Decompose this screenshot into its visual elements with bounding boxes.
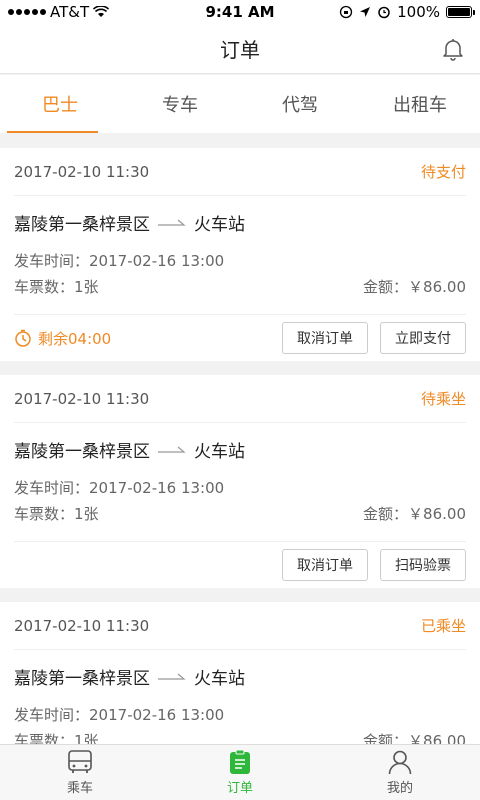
- tabbar-label: 乘车: [66, 781, 93, 796]
- pay-now-button[interactable]: 立即支付: [380, 322, 466, 354]
- tabbar-item-ride[interactable]: 乘车: [0, 745, 160, 800]
- order-status: 待支付: [420, 163, 466, 181]
- order-icon: [230, 749, 250, 774]
- order-card[interactable]: 2017-02-10 11:30 待乘坐 嘉陵第一桑梓景区 火车站 发车时间：2…: [0, 375, 480, 588]
- bottom-tab-bar: 乘车 订单 我的: [0, 744, 480, 800]
- order-status: 已乘坐: [420, 617, 466, 635]
- tab-private-car[interactable]: 专车: [120, 75, 240, 133]
- carrier-label: AT&T: [50, 3, 90, 21]
- arrow-right-icon: [158, 219, 186, 226]
- battery-icon: [446, 6, 475, 18]
- battery-level: [448, 8, 470, 16]
- tickets-label: 车票数：: [14, 277, 75, 296]
- tabbar-label: 订单: [226, 781, 253, 796]
- order-status: 待乘坐: [420, 390, 466, 408]
- route-origin: 嘉陵第一桑梓景区: [14, 214, 150, 235]
- cancel-order-button[interactable]: 取消订单: [282, 549, 368, 581]
- ticket-count: 1张: [74, 277, 99, 296]
- page-title: 订单: [220, 38, 260, 62]
- rotation-lock-icon: [339, 5, 353, 19]
- navigation-bar: 订单: [0, 24, 480, 74]
- tabbar-item-orders[interactable]: 订单: [160, 745, 320, 800]
- tabbar-label: 我的: [386, 781, 413, 796]
- route-destination: 火车站: [194, 668, 245, 689]
- amount-label: 金额：: [363, 504, 409, 523]
- depart-time: 2017-02-16 13:00: [89, 705, 225, 724]
- tabbar-item-profile[interactable]: 我的: [320, 745, 480, 800]
- ticket-count: 1张: [74, 504, 99, 523]
- location-icon: [360, 7, 371, 17]
- countdown-text: 剩余04:00: [38, 329, 112, 348]
- cancel-order-button[interactable]: 取消订单: [282, 322, 368, 354]
- order-amount: ￥86.00: [408, 277, 466, 296]
- route-origin: 嘉陵第一桑梓景区: [14, 668, 150, 689]
- battery-percent: 100%: [397, 3, 440, 21]
- payment-countdown: 剩余04:00: [14, 328, 111, 349]
- alarm-icon: [378, 6, 390, 19]
- category-tabs: 巴士 专车 代驾 出租车: [0, 75, 480, 133]
- arrow-right-icon: [158, 673, 186, 680]
- tab-bus[interactable]: 巴士: [0, 75, 120, 133]
- amount-label: 金额：: [363, 277, 409, 296]
- route-origin: 嘉陵第一桑梓景区: [14, 441, 150, 462]
- tab-designated-driver[interactable]: 代驾: [240, 75, 360, 133]
- tickets-label: 车票数：: [14, 504, 75, 523]
- status-bar: AT&T 9:41 AM 100%: [0, 0, 480, 24]
- order-list: 2017-02-10 11:30 待支付 嘉陵第一桑梓景区 火车站 发车时间：2…: [0, 148, 480, 767]
- order-created-time: 2017-02-10 11:30: [14, 162, 150, 181]
- depart-label: 发车时间：: [14, 705, 90, 724]
- arrow-right-icon: [158, 446, 186, 453]
- route-destination: 火车站: [194, 214, 245, 235]
- bus-icon: [68, 750, 92, 773]
- route-destination: 火车站: [194, 441, 245, 462]
- depart-time: 2017-02-16 13:00: [89, 251, 225, 270]
- order-card[interactable]: 2017-02-10 11:30 已乘坐 嘉陵第一桑梓景区 火车站 发车时间：2…: [0, 602, 480, 753]
- profile-icon: [388, 750, 412, 775]
- depart-time: 2017-02-16 13:00: [89, 478, 225, 497]
- order-created-time: 2017-02-10 11:30: [14, 616, 150, 635]
- order-amount: ￥86.00: [408, 504, 466, 523]
- order-created-time: 2017-02-10 11:30: [14, 389, 150, 408]
- depart-label: 发车时间：: [14, 251, 90, 270]
- wifi-icon: [93, 6, 110, 17]
- tab-taxi[interactable]: 出租车: [360, 75, 480, 133]
- scan-ticket-button[interactable]: 扫码验票: [380, 549, 466, 581]
- order-card[interactable]: 2017-02-10 11:30 待支付 嘉陵第一桑梓景区 火车站 发车时间：2…: [0, 148, 480, 361]
- signal-icon: [8, 9, 46, 15]
- timer-icon: [15, 329, 31, 347]
- bell-icon[interactable]: [440, 36, 466, 62]
- depart-label: 发车时间：: [14, 478, 90, 497]
